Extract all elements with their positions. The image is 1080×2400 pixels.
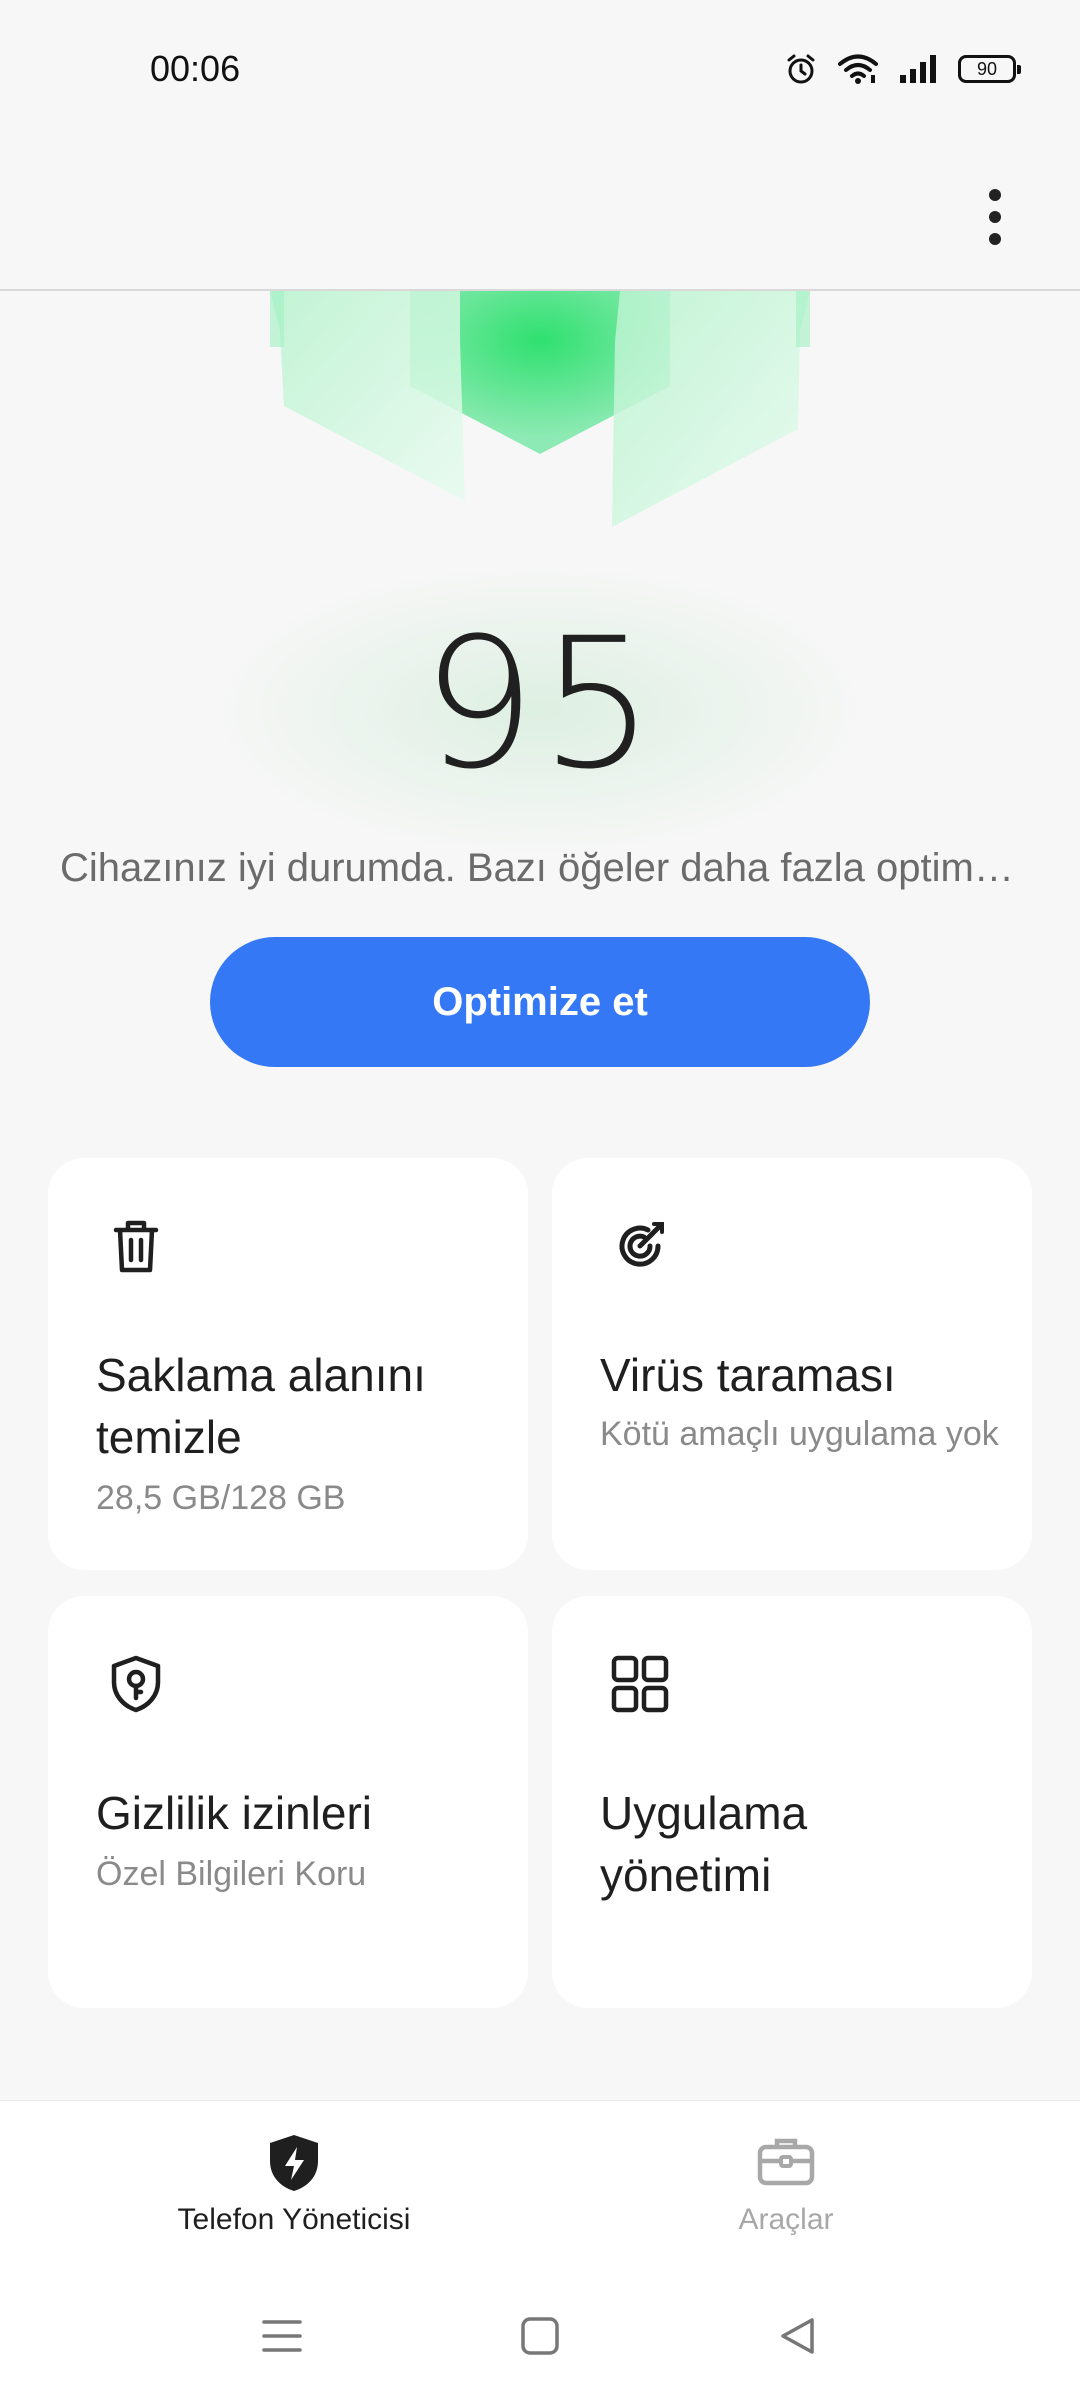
health-score: 95	[421, 600, 659, 809]
card-title: Virüs taraması	[600, 1349, 896, 1401]
card-subtitle: 28,5 GB/128 GB	[96, 1479, 346, 1517]
card-subtitle: Özel Bilgileri Koru	[96, 1855, 367, 1893]
back-button[interactable]	[768, 2306, 828, 2366]
signal-icon	[898, 53, 938, 85]
wifi-icon	[838, 53, 878, 85]
bottom-navigation: Telefon Yöneticisi Araçlar	[0, 2100, 1080, 2271]
nav-label: Telefon Yöneticisi	[177, 2203, 411, 2236]
shield-key-icon	[104, 1652, 168, 1716]
apps-grid-icon	[608, 1652, 672, 1716]
nav-item-phone-manager[interactable]: Telefon Yöneticisi	[24, 2101, 564, 2271]
card-subtitle: Kötü amaçlı uygulama yok	[600, 1415, 999, 1453]
card-title: Gizlilik izinleri	[96, 1787, 373, 1839]
status-illustration	[270, 291, 810, 541]
status-time: 00:06	[150, 48, 241, 89]
system-navigation-bar	[0, 2270, 1080, 2400]
target-icon	[608, 1214, 672, 1278]
back-triangle-icon	[781, 2318, 814, 2354]
home-button[interactable]	[510, 2306, 570, 2366]
optimize-button[interactable]: Optimize et	[210, 937, 870, 1067]
toolbar	[0, 140, 1080, 290]
card-title: Uygulama yönetimi	[600, 1787, 808, 1901]
alarm-icon	[784, 52, 818, 86]
recents-button[interactable]	[252, 2306, 312, 2366]
more-options-button[interactable]	[950, 172, 1040, 262]
card-virus-scan[interactable]: Virüs taraması Kötü amaçlı uygulama yok	[552, 1158, 1032, 1570]
shield-bolt-icon	[266, 2133, 322, 2198]
toolbox-icon	[756, 2133, 816, 2194]
battery-level: 90	[976, 58, 998, 79]
card-privacy-permissions[interactable]: Gizlilik izinleri Özel Bilgileri Koru	[48, 1596, 528, 2008]
battery-icon: 90	[958, 55, 1021, 83]
card-app-management[interactable]: Uygulama yönetimi	[552, 1596, 1032, 2008]
nav-label: Araçlar	[738, 2203, 834, 2236]
home-square-icon	[521, 2317, 559, 2355]
menu-icon	[262, 2320, 302, 2352]
more-vert-icon	[989, 189, 1001, 245]
status-bar: 00:06 90	[0, 0, 1080, 140]
nav-item-tools[interactable]: Araçlar	[516, 2101, 1056, 2271]
card-title: Saklama alanını temizle	[96, 1349, 426, 1463]
status-message: Cihazınız iyi durumda. Bazı öğeler daha …	[60, 846, 1020, 890]
trash-icon	[104, 1214, 168, 1278]
status-icons: 90	[784, 52, 1021, 86]
card-clean-storage[interactable]: Saklama alanını temizle 28,5 GB/128 GB	[48, 1158, 528, 1570]
